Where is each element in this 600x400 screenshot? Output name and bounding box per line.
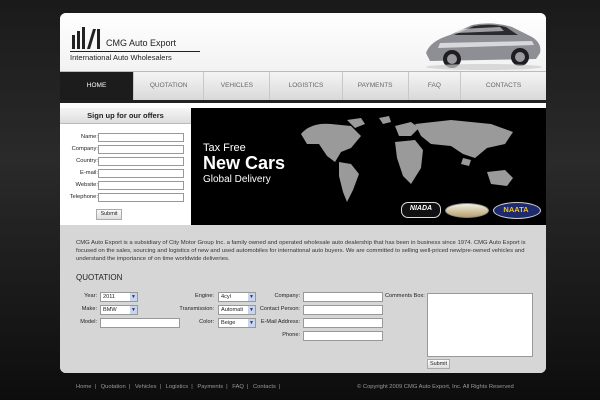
quotation-title: QUOTATION [76,273,123,282]
color-select[interactable]: Beige ▼ [218,318,256,328]
engine-label: Engine: [195,293,214,299]
year-value: 2011 [103,294,116,300]
signup-country-input[interactable] [98,157,184,166]
footer-link-payments[interactable]: Payments [197,384,223,390]
signup-website-input[interactable] [98,181,184,190]
badge-naata-text: NAATA [503,205,529,214]
year-label: Year: [84,293,97,299]
page-container: CMG Auto Export International Auto Whole… [60,13,546,373]
signup-panel: Sign up for our offers Name: Company: Co… [60,108,191,225]
transmission-label: Transmission: [179,306,214,312]
nav-payments[interactable]: PAYMENTS [343,72,409,100]
company-label: Company: [274,293,301,299]
footer-separator: | [159,384,161,390]
footer-separator: | [94,384,96,390]
color-value: Beige [221,320,236,326]
chevron-down-icon: ▼ [248,293,255,301]
footer-link-faq[interactable]: FAQ [232,384,244,390]
footer-copyright: © Copyright 2009 CMG Auto Export, Inc. A… [357,384,514,390]
engine-select[interactable]: 4cyl ▼ [218,292,256,302]
comments-label: Comments Box: [385,293,425,299]
signup-title: Sign up for our offers [60,108,191,124]
signup-row-name: Name: [60,133,191,143]
footer-separator: | [226,384,228,390]
email-label: E-Mail Address: [260,319,300,325]
color-label: Color: [199,319,214,325]
signup-label-company: Company: [71,146,98,152]
footer-nav: Home | Quotation | Vehicles | Logistics | Pa… [76,384,283,390]
badge-niada-text: NIADA [409,205,433,212]
signup-email-input[interactable] [98,169,184,178]
banner-line-3: Global Delivery [203,174,271,185]
company-input[interactable] [303,292,383,302]
contact-person-input[interactable] [303,305,383,315]
nav-logistics[interactable]: LOGISTICS [270,72,343,100]
nav-faq[interactable]: FAQ [409,72,462,100]
signup-label-telephone: Telephone: [69,194,98,200]
banner-line-2: New Cars [203,153,286,173]
nav-contacts[interactable]: CONTACTS [461,72,546,100]
email-input[interactable] [303,318,383,328]
signup-row-email: E-mail: [60,169,191,179]
signup-label-website: Website: [75,182,98,188]
signup-company-input[interactable] [98,145,184,154]
footer-link-logistics[interactable]: Logistics [166,384,189,390]
contact-label: Contact Person: [259,306,300,312]
transmission-value: Automati [221,307,244,313]
footer-separator: | [246,384,249,390]
logo[interactable]: CMG Auto Export International Auto Whole… [70,27,200,62]
footer-separator: | [128,384,131,390]
make-label: Make: [81,306,97,312]
nav-home[interactable]: HOME [60,72,135,100]
phone-input[interactable] [303,331,383,341]
signup-label-email: E-mail: [79,170,98,176]
sports-car-image [426,23,542,70]
make-select[interactable]: BMW ▼ [100,305,138,315]
nav-vehicles[interactable]: VEHICLES [204,72,271,100]
nav-quotation[interactable]: QUOTATION [134,72,205,100]
chevron-down-icon: ▼ [248,319,255,327]
year-select[interactable]: 2011 ▼ [100,292,138,302]
signup-label-country: Country: [76,158,98,164]
signup-row-company: Company: [60,145,191,155]
footer-link-quotation[interactable]: Quotation [101,384,126,390]
main-nav: HOME QUOTATION VEHICLES LOGISTICS PAYMEN… [60,71,546,103]
chevron-down-icon: ▼ [248,306,255,314]
make-value: BMW [103,307,117,313]
footer-separator: | [191,384,193,390]
chevron-down-icon: ▼ [130,306,137,314]
signup-row-country: Country: [60,157,191,167]
footer-link-contacts[interactable]: Contacts [253,384,276,390]
logo-title: CMG Auto Export [106,38,177,48]
signup-telephone-input[interactable] [98,193,184,202]
transmission-select[interactable]: Automati ▼ [218,305,256,315]
signup-row-website: Website: [60,181,191,191]
signup-row-telephone: Telephone: [60,193,191,203]
engine-value: 4cyl [221,294,231,300]
content-area: CMG Auto Export is a subsidiary of City … [60,225,546,373]
model-input[interactable] [100,318,180,328]
logo-subtitle: International Auto Wholesalers [70,51,200,62]
signup-label-name: Name: [80,134,98,140]
chevron-down-icon: ▼ [130,293,137,301]
model-label: Model: [80,319,97,325]
phone-label: Phone: [282,332,300,338]
signup-name-input[interactable] [98,133,184,142]
world-map-image [301,116,513,202]
header: CMG Auto Export International Auto Whole… [60,13,546,71]
footer-link-vehicles[interactable]: Vehicles [135,384,157,390]
footer-link-home[interactable]: Home [76,384,91,390]
logo-mark-icon [72,27,100,49]
signup-submit-button[interactable]: Submit [96,209,122,220]
quotation-submit-button[interactable]: Submit [427,359,450,369]
badge-middle-logo [445,203,489,218]
intro-paragraph: CMG Auto Export is a subsidiary of City … [76,240,526,262]
footer-separator: | [278,384,281,390]
comments-textarea[interactable] [427,293,533,357]
promo-banner: Tax Free New Cars Global Delivery NIADA … [191,108,546,225]
